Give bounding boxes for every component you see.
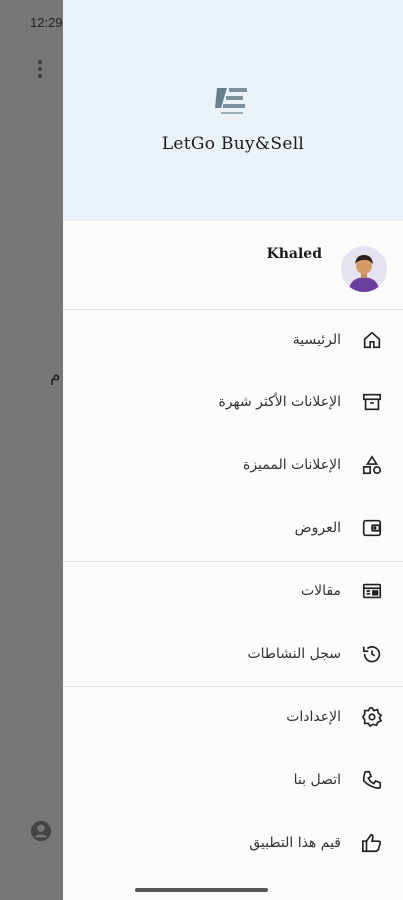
menu-item-rate-app[interactable]: قيم هذا التطبيق — [63, 818, 403, 868]
archive-icon — [361, 391, 383, 413]
menu-item-label: الإعلانات المميزة — [243, 457, 341, 473]
menu-item-activity-log[interactable]: سجل النشاطات — [63, 629, 403, 679]
background-partial-text: م — [50, 366, 61, 386]
user-icon — [30, 820, 52, 842]
navigation-drawer: LetGo Buy&Sell Khaled الرئيسية الإعلانات… — [63, 0, 403, 900]
status-time: 12:29 — [30, 15, 63, 30]
home-icon — [361, 329, 383, 351]
menu-item-label: الإعدادات — [286, 709, 341, 725]
app-title: LetGo Buy&Sell — [161, 134, 305, 154]
menu-item-label: العروض — [294, 520, 341, 536]
menu-item-label: الإعلانات الأكثر شهرة — [218, 394, 341, 410]
history-icon — [361, 643, 383, 665]
menu-item-featured-ads[interactable]: الإعلانات المميزة — [63, 440, 403, 490]
overflow-menu-icon — [33, 60, 47, 84]
menu-item-label: سجل النشاطات — [247, 646, 341, 662]
menu-item-popular-ads[interactable]: الإعلانات الأكثر شهرة — [63, 377, 403, 427]
gear-icon — [361, 706, 383, 728]
divider — [63, 686, 403, 687]
menu-item-home[interactable]: الرئيسية — [63, 315, 403, 365]
menu-item-label: الرئيسية — [292, 332, 341, 348]
user-name: Khaled — [266, 246, 322, 262]
newspaper-icon — [361, 580, 383, 602]
divider — [63, 309, 403, 310]
menu-item-settings[interactable]: الإعدادات — [63, 692, 403, 742]
drawer-header: LetGo Buy&Sell — [63, 0, 403, 221]
thumbs-up-icon — [361, 832, 383, 854]
menu-item-contact-us[interactable]: اتصل بنا — [63, 755, 403, 805]
shapes-icon — [361, 454, 383, 476]
menu-item-label: مقالات — [300, 583, 341, 599]
menu-item-articles[interactable]: مقالات — [63, 566, 403, 616]
divider — [63, 561, 403, 562]
menu-item-offers[interactable]: العروض — [63, 503, 403, 553]
menu-item-label: اتصل بنا — [293, 772, 341, 788]
avatar — [341, 246, 387, 292]
phone-icon — [361, 769, 383, 791]
app-logo — [213, 84, 253, 118]
home-indicator[interactable] — [135, 888, 268, 892]
menu-item-label: قيم هذا التطبيق — [249, 835, 341, 851]
user-profile[interactable]: Khaled — [63, 232, 403, 304]
wallet-icon — [361, 517, 383, 539]
